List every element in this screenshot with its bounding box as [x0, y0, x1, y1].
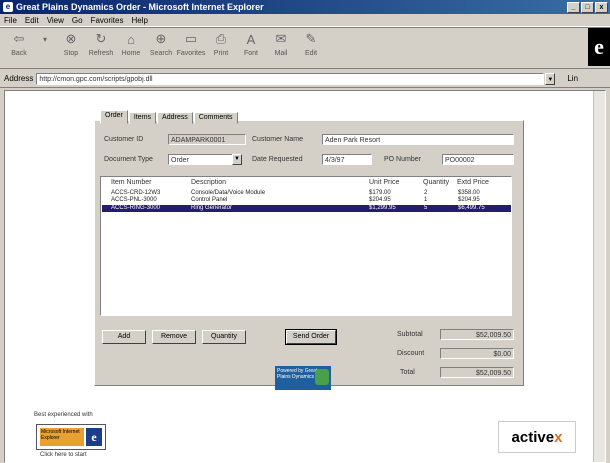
print-icon: ⎙: [215, 31, 227, 46]
home-button[interactable]: ⌂ Home: [116, 28, 146, 66]
font-icon: A: [246, 31, 256, 47]
favorites-icon: ▭: [184, 31, 198, 46]
back-arrow-icon: ⇦: [13, 31, 25, 46]
remove-button[interactable]: Remove: [152, 330, 196, 344]
total-label: Total: [400, 369, 415, 376]
activex-logo: activex: [498, 421, 576, 453]
mail-button[interactable]: ✉ Mail: [266, 28, 296, 66]
search-button[interactable]: ⊕ Search: [146, 28, 176, 66]
customer-id-label: Customer ID: [104, 136, 144, 143]
home-icon: ⌂: [127, 31, 135, 47]
col-item-number: Item Number: [111, 179, 152, 186]
customer-name-field[interactable]: Aden Park Resort: [322, 134, 514, 145]
maximize-icon[interactable]: □: [581, 2, 594, 13]
forward-arrow-icon: ▾: [42, 34, 47, 44]
tab-comments[interactable]: Comments: [193, 112, 238, 124]
menu-edit[interactable]: Edit: [25, 16, 39, 25]
stop-icon: ⊗: [65, 31, 77, 46]
customer-name-label: Customer Name: [252, 136, 303, 143]
font-button[interactable]: A Font: [236, 28, 266, 66]
address-input[interactable]: http://cmon.gpc.com/scripts/gpobj.dll: [36, 72, 545, 85]
great-plains-logo: Powered by Great Plains Dynamics: [275, 366, 331, 390]
refresh-icon: ↻: [95, 31, 107, 46]
table-row-selected[interactable]: ACCS-RING-3000 Ring Generator $1,299.95 …: [102, 205, 511, 212]
menu-favorites[interactable]: Favorites: [91, 16, 124, 25]
ie-download-badge[interactable]: Microsoft Internet Explorer e: [36, 424, 106, 450]
menu-help[interactable]: Help: [131, 16, 147, 25]
menu-view[interactable]: View: [47, 16, 64, 25]
col-unit-price: Unit Price: [369, 179, 400, 186]
ie-badge-text: Microsoft Internet Explorer: [40, 428, 84, 446]
subtotal-field: $52,009.50: [440, 329, 514, 340]
subtotal-label: Subtotal: [397, 331, 423, 338]
customer-id-field: ADAMPARK0001: [168, 134, 246, 145]
date-requested-field[interactable]: 4/3/97: [322, 154, 372, 165]
order-tabs: Order Items Address Comments: [100, 110, 239, 124]
forward-button[interactable]: ▾: [34, 28, 56, 66]
search-icon: ⊕: [155, 31, 167, 46]
refresh-button[interactable]: ↻ Refresh: [86, 28, 116, 66]
discount-field: $0.00: [440, 348, 514, 359]
date-requested-label: Date Requested: [252, 156, 303, 163]
menu-bar: File Edit View Go Favorites Help: [0, 14, 610, 27]
col-description: Description: [191, 179, 227, 186]
address-label: Address: [4, 74, 34, 83]
close-icon[interactable]: x: [595, 2, 608, 13]
address-dropdown-icon[interactable]: ▼: [545, 72, 556, 85]
links-label[interactable]: Lin: [567, 74, 578, 83]
total-field: $52,009.50: [440, 367, 514, 378]
favorites-button[interactable]: ▭ Favorites: [176, 28, 206, 66]
stop-button[interactable]: ⊗ Stop: [56, 28, 86, 66]
col-quantity: Quantity: [423, 179, 450, 186]
col-extd-price: Extd Price: [457, 179, 489, 186]
send-order-button[interactable]: Send Order: [285, 329, 337, 345]
window-title: Great Plains Dynamics Order - Microsoft …: [16, 2, 264, 12]
minimize-icon[interactable]: _: [567, 2, 580, 13]
great-plains-mark-icon: [315, 369, 329, 385]
ie-logo-icon: e: [588, 28, 610, 66]
edit-icon: ✎: [305, 31, 317, 46]
add-button[interactable]: Add: [102, 330, 146, 344]
table-row[interactable]: ACCS-PNL-3000 Control Panel $204.95 1 $2…: [102, 197, 511, 204]
menu-file[interactable]: File: [4, 16, 17, 25]
browser-toolbar: ⇦ Back ▾ ⊗ Stop ↻ Refresh ⌂ Home ⊕ Search ▭ Fa…: [0, 27, 610, 69]
edit-button[interactable]: ✎ Edit: [296, 28, 326, 66]
ie-icon: e: [3, 2, 13, 12]
address-bar: Address http://cmon.gpc.com/scripts/gpob…: [0, 70, 610, 88]
mail-icon: ✉: [275, 31, 287, 46]
po-number-label: PO Number: [384, 156, 421, 163]
discount-label: Discount: [397, 350, 425, 357]
menu-go[interactable]: Go: [72, 16, 83, 25]
vertical-scrollbar[interactable]: [593, 91, 605, 462]
quantity-button[interactable]: Quantity: [202, 330, 246, 344]
tab-order[interactable]: Order: [100, 110, 128, 124]
items-grid[interactable]: Item Number Description Unit Price Quant…: [100, 176, 512, 316]
tab-address[interactable]: Address: [157, 112, 193, 124]
chevron-down-icon[interactable]: ▼: [232, 154, 242, 165]
ie-prompt-text: Best experienced with: [34, 412, 93, 418]
print-button[interactable]: ⎙ Print: [206, 28, 236, 66]
ie-click-link[interactable]: Click here to start: [40, 452, 87, 458]
tab-items[interactable]: Items: [128, 112, 157, 124]
ie-e-icon: e: [86, 428, 102, 446]
document-type-label: Document Type: [104, 156, 153, 163]
po-number-field[interactable]: PO00002: [442, 154, 514, 165]
window-controls: _ □ x: [567, 2, 608, 13]
window-title-bar: e Great Plains Dynamics Order - Microsof…: [0, 0, 610, 14]
document-type-select[interactable]: Order: [168, 154, 234, 165]
table-row[interactable]: ACCS-CRD-12W3 Console/Data/Voice Module …: [102, 190, 511, 197]
back-button[interactable]: ⇦ Back: [4, 28, 34, 66]
